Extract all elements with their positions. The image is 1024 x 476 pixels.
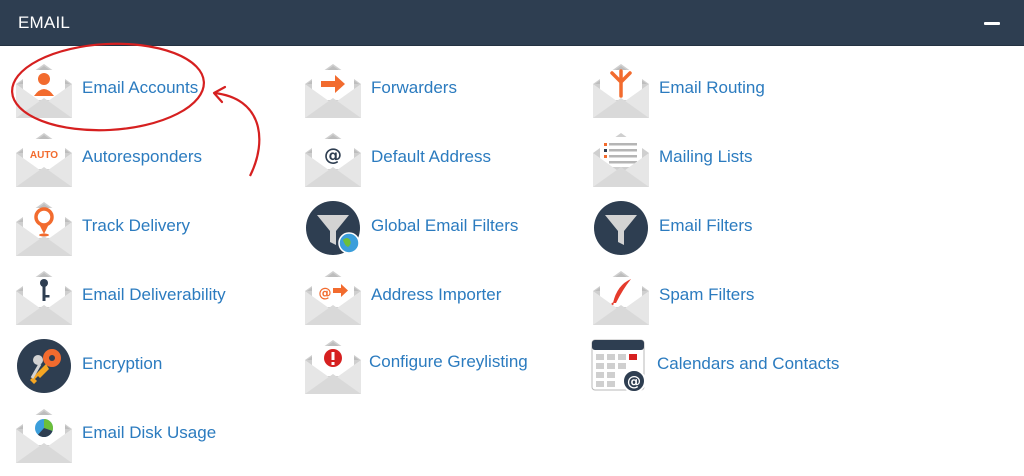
configure-greylisting-label: Configure Greylisting xyxy=(369,352,528,371)
email-accounts-label: Email Accounts xyxy=(82,78,199,97)
track-delivery-label: Track Delivery xyxy=(82,216,190,235)
encryption-keys-icon xyxy=(17,339,71,393)
configure-greylisting-alert-icon xyxy=(305,340,361,394)
email-filters-funnel-icon xyxy=(594,201,648,255)
mailing-lists-label: Mailing Lists xyxy=(659,147,753,166)
spam-filters-quill-icon xyxy=(593,271,649,325)
svg-text:@: @ xyxy=(319,286,332,301)
forwarders-arrow-icon xyxy=(305,64,361,118)
email-disk-usage-label: Email Disk Usage xyxy=(82,423,217,442)
auto-icon-text: AUTO xyxy=(30,150,58,161)
autoresponders-label: Autoresponders xyxy=(82,147,203,166)
highlight-annotation xyxy=(11,42,261,177)
annotation-curve-arrow xyxy=(213,91,261,177)
mailing-lists-icon xyxy=(593,133,649,187)
global-email-filters-label: Global Email Filters xyxy=(371,216,519,235)
arrow-head-icon xyxy=(212,85,227,104)
email-filters-label: Email Filters xyxy=(659,216,753,235)
forwarders-label: Forwarders xyxy=(371,78,457,97)
email-panel: EMAIL Email Accounts Forwarders Email Ro… xyxy=(0,0,1024,476)
section-title: EMAIL xyxy=(18,13,71,32)
email-deliverability-label: Email Deliverability xyxy=(82,285,226,304)
address-importer-icon: @ xyxy=(305,271,361,325)
email-disk-usage-pie-icon xyxy=(16,409,72,463)
svg-text:@: @ xyxy=(324,145,342,166)
collapse-minus-icon[interactable] xyxy=(984,13,1002,33)
calendars-and-contacts-label: Calendars and Contacts xyxy=(657,354,840,373)
email-routing-fork-icon xyxy=(593,64,649,118)
autoresponders-icon: AUTO xyxy=(16,133,72,187)
global-email-filters-funnel-globe-icon xyxy=(306,201,360,255)
default-address-label: Default Address xyxy=(371,147,492,166)
section-header[interactable]: EMAIL xyxy=(0,0,1024,46)
email-deliverability-key-icon xyxy=(16,271,72,325)
track-delivery-pin-icon xyxy=(16,202,72,256)
svg-text:@: @ xyxy=(627,374,641,390)
encryption-label: Encryption xyxy=(82,354,163,373)
spam-filters-label: Spam Filters xyxy=(659,285,755,304)
email-accounts-icon xyxy=(16,64,72,118)
calendars-and-contacts-calendar-icon: @ xyxy=(591,339,646,393)
default-address-at-icon: @ xyxy=(305,133,361,187)
address-importer-label: Address Importer xyxy=(371,285,502,304)
email-routing-label: Email Routing xyxy=(659,78,765,97)
